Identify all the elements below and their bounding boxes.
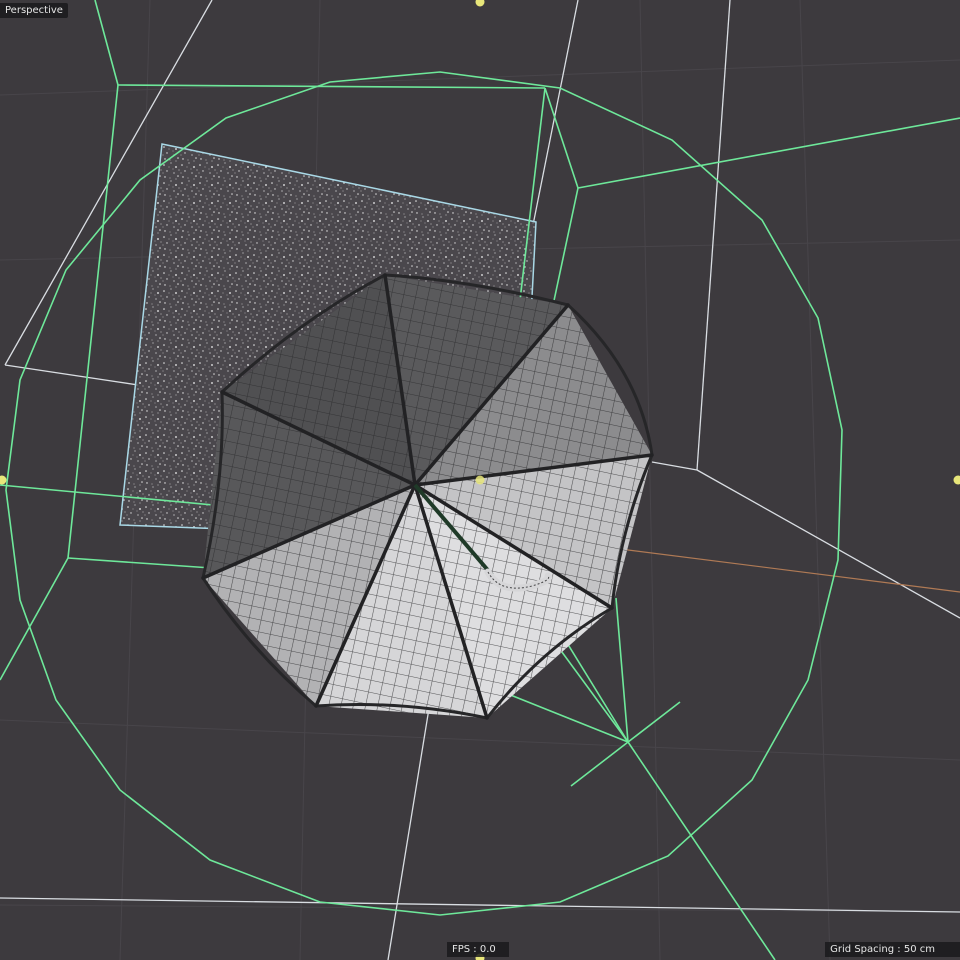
grid-spacing-readout: Grid Spacing : 50 cm: [825, 942, 960, 957]
handle-top: [475, 0, 485, 7]
handle-center: [475, 475, 485, 485]
viewport-camera-label[interactable]: Perspective: [0, 3, 68, 18]
handle-left: [0, 475, 7, 485]
handle-right: [953, 475, 960, 485]
viewport-3d[interactable]: Perspective FPS : 0.0 Grid Spacing : 50 …: [0, 0, 960, 960]
fps-readout: FPS : 0.0: [447, 942, 509, 957]
scene-canvas[interactable]: [0, 0, 960, 960]
